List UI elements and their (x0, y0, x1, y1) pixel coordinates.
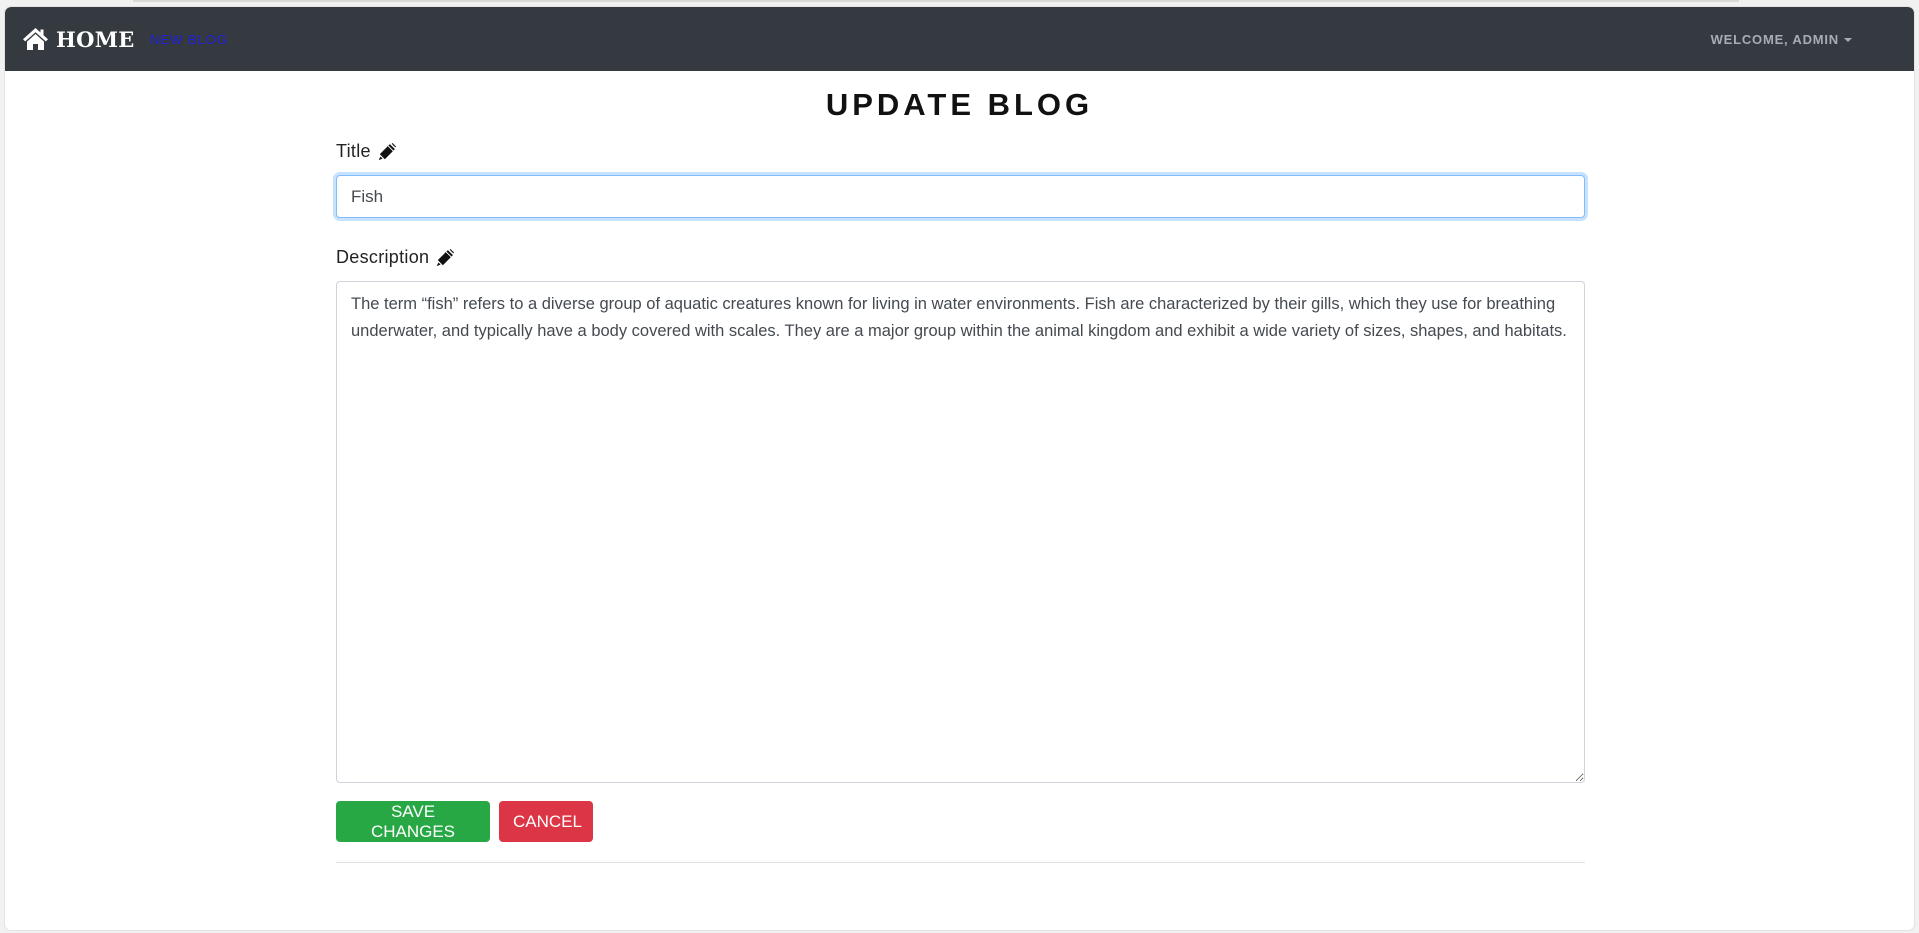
pen-icon (437, 248, 455, 267)
form-divider (336, 862, 1585, 863)
app-window: HOME NEW BLOG WELCOME, ADMIN UPDATE BLOG… (5, 7, 1914, 930)
cancel-button[interactable]: CANCEL (499, 801, 593, 842)
title-label: Title (336, 141, 397, 162)
navbar: HOME NEW BLOG WELCOME, ADMIN (5, 7, 1914, 71)
save-changes-button[interactable]: SAVE CHANGES (336, 801, 490, 842)
description-label-text: Description (336, 247, 430, 267)
caret-down-icon (1844, 38, 1852, 42)
browser-top-strip (133, 0, 1739, 2)
home-icon (23, 28, 48, 50)
description-label: Description (336, 247, 455, 268)
description-textarea[interactable]: The term “fish” refers to a diverse grou… (336, 281, 1585, 783)
page-title: UPDATE BLOG (825, 87, 1094, 122)
welcome-label: WELCOME, ADMIN (1710, 32, 1839, 47)
pen-icon (378, 142, 396, 161)
home-label: HOME (56, 26, 135, 52)
new-blog-link[interactable]: NEW BLOG (150, 32, 228, 47)
user-menu-toggle[interactable]: WELCOME, ADMIN (1711, 32, 1852, 47)
title-label-text: Title (336, 141, 371, 161)
title-input[interactable] (336, 175, 1585, 218)
home-link[interactable]: HOME (22, 25, 135, 53)
